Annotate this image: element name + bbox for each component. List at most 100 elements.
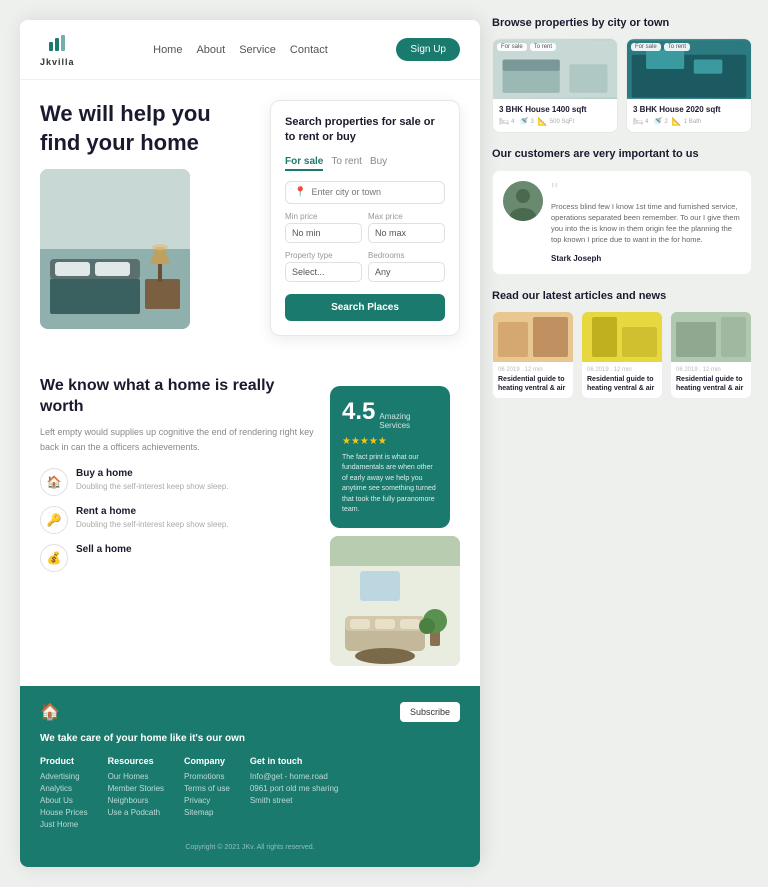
bedroom-count-2: 🛏 4 [633,117,649,126]
footer-link[interactable]: Info@get - home.road [250,772,339,781]
footer-link[interactable]: Just Home [40,820,88,829]
footer-link[interactable]: Smith street [250,796,339,805]
property-tags-1: For sale To rent [497,43,556,51]
footer-tagline: We take care of your home like it's our … [40,733,245,744]
sell-info: Sell a home [76,544,132,557]
footer-link[interactable]: Promotions [184,772,230,781]
testimonial-author: Stark Joseph [551,254,601,263]
tab-buy[interactable]: Buy [370,156,387,171]
bath-count: 🚿 3 [519,117,534,126]
bedrooms-wrap: Bedrooms Any 1 2+ [368,251,445,282]
footer-link[interactable]: Advertising [40,772,88,781]
hero-left: We will help you find your home [40,100,254,336]
search-tabs: For sale To rent Buy [285,156,445,171]
signup-button[interactable]: Sign Up [396,38,460,61]
bedrooms-select[interactable]: Any 1 2+ [368,262,445,282]
footer-logo-icon: 🏠 [40,702,60,722]
property-type-wrap: Property type Select... House Apartment [285,251,362,282]
bedroom-val: 4 [511,119,514,125]
browse-title: Browse properties by city or town [492,16,752,30]
rent-desc: Doubling the self-interest keep show sle… [76,519,229,530]
know-left: We know what a home is really worth Left… [40,376,314,666]
article-image-3 [671,312,751,362]
footer-col-company: Company Promotions Terms of use Privacy … [184,756,230,832]
rent-title: Rent a home [76,506,229,517]
buy-desc: Doubling the self-interest keep show sle… [76,481,229,492]
location-input-wrap: 📍 [285,181,445,204]
article-body-1: 06 2019 . 12 min Residential guide to he… [493,362,573,398]
max-price-select[interactable]: No max $500k $1M [368,223,445,243]
location-input[interactable] [311,187,436,197]
footer-link[interactable]: About Us [40,796,88,805]
main-page: Jkvilla Home About Service Contact Sign … [20,20,480,867]
tag-for-sale-2: For sale [631,43,661,51]
footer-link[interactable]: Use a Podcath [108,808,164,817]
min-price-select[interactable]: No min $100k $200k [285,223,362,243]
bedroom-val-2: 4 [645,119,648,125]
tab-to-rent[interactable]: To rent [331,156,362,171]
footer-col-company-heading: Company [184,756,230,766]
browse-section: Browse properties by city or town For sa… [492,16,752,133]
property-image-1: For sale To rent [493,39,617,99]
feature-buy: 🏠 Buy a home Doubling the self-interest … [40,468,314,496]
quote-icon: " [551,181,741,201]
articles-grid: 06 2019 . 12 min Residential guide to he… [492,311,752,399]
bath-icon-2: 🚿 [653,117,663,126]
nav-home[interactable]: Home [153,44,182,56]
logo-icon [46,32,68,57]
location-icon: 📍 [294,187,306,198]
footer-link[interactable]: Analytics [40,784,88,793]
article-body-2: 06 2019 . 12 min Residential guide to he… [582,362,662,398]
house-interior-image [330,536,460,666]
footer-col-resources-heading: Resources [108,756,164,766]
min-price-wrap: Min price No min $100k $200k [285,212,362,243]
property-card-1: For sale To rent 3 BHK House 1400 sqft [492,38,618,133]
rent-icon: 🔑 [40,506,68,534]
article-date-2: 06 2019 . 12 min [587,367,657,373]
rent-info: Rent a home Doubling the self-interest k… [76,506,229,530]
subscribe-button[interactable]: Subscribe [400,702,460,722]
tab-for-sale[interactable]: For sale [285,156,323,171]
tag-to-rent: To rent [530,43,556,51]
footer-columns: Product Advertising Analytics About Us H… [40,756,460,832]
feature-sell: 💰 Sell a home [40,544,314,572]
footer-link[interactable]: Sitemap [184,808,230,817]
area-icon-2: 📐 [672,117,682,126]
bath-icon: 🚿 [519,117,529,126]
footer-link[interactable]: Terms of use [184,784,230,793]
bedroom-count: 🛏 4 [499,117,515,126]
buy-icon: 🏠 [40,468,68,496]
bath-val: 3 [530,119,533,125]
hero-bedroom-image [40,169,190,329]
footer-title: 🏠 We take care of your home like it's ou… [40,702,245,744]
area-val: 500 SqFt [550,119,574,125]
property-meta-2: 🛏 4 🚿 2 📐 1 Bath [633,117,745,126]
footer-link[interactable]: Privacy [184,796,230,805]
area: 📐 500 SqFt [538,117,574,126]
search-button[interactable]: Search Places [285,294,445,321]
article-card-1[interactable]: 06 2019 . 12 min Residential guide to he… [492,311,574,399]
bedrooms-label: Bedrooms [368,251,445,260]
property-meta-1: 🛏 4 🚿 3 📐 500 SqFt [499,117,611,126]
max-price-wrap: Max price No max $500k $1M [368,212,445,243]
testimonial-section: Our customers are very important to us "… [492,147,752,274]
nav-service[interactable]: Service [239,44,276,56]
article-image-2 [582,312,662,362]
footer-link[interactable]: House Prices [40,808,88,817]
footer-link[interactable]: Our Homes [108,772,164,781]
property-type-select[interactable]: Select... House Apartment [285,262,362,282]
article-card-3[interactable]: 06 2019 . 12 min Residential guide to he… [670,311,752,399]
footer-link[interactable]: Neighbours [108,796,164,805]
footer-link[interactable]: Member Stories [108,784,164,793]
area-icon: 📐 [538,117,548,126]
right-panel: Browse properties by city or town For sa… [480,0,768,887]
nav-about[interactable]: About [196,44,225,56]
property-body-2: 3 BHK House 2020 sqft 🛏 4 🚿 2 [627,99,751,132]
footer-link[interactable]: 0961 port old me sharing [250,784,339,793]
nav-contact[interactable]: Contact [290,44,328,56]
footer-top: 🏠 We take care of your home like it's ou… [40,702,460,744]
rating-card: 4.5 Amazing Services ★★★★★ The fact prin… [330,386,450,528]
article-card-2[interactable]: 06 2019 . 12 min Residential guide to he… [581,311,663,399]
bed-icon-2: 🛏 [633,117,643,126]
article-title-1: Residential guide to heating ventral & a… [498,375,568,393]
